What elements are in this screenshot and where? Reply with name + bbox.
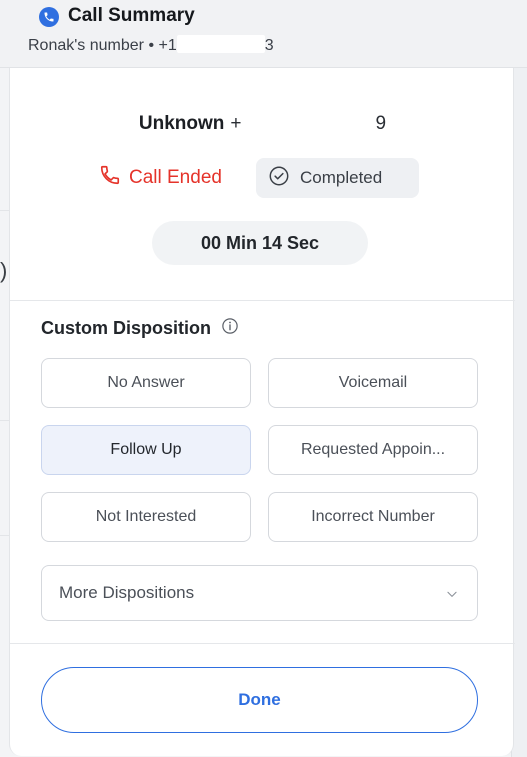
- disposition-follow-up[interactable]: Follow Up: [41, 425, 251, 475]
- disposition-not-interested[interactable]: Not Interested: [41, 492, 251, 542]
- done-button[interactable]: Done: [41, 667, 478, 733]
- disposition-requested-appointment[interactable]: Requested Appoin...: [268, 425, 478, 475]
- call-status-row: Call Ended Completed: [10, 158, 515, 198]
- call-summary-card: Unknown +9 Call Ended Completed 00 Min 14…: [9, 68, 515, 756]
- more-dispositions-label: More Dispositions: [59, 583, 195, 602]
- completed-label: Completed: [300, 168, 383, 187]
- disposition-incorrect-number[interactable]: Incorrect Number: [268, 492, 478, 542]
- line-number-suffix: 3: [264, 37, 274, 54]
- chevron-down-icon: [445, 586, 459, 606]
- phone-hangup-icon: [99, 164, 121, 192]
- caller-name: Unknown: [138, 113, 225, 134]
- section-divider: [10, 643, 515, 644]
- header-title: Call Summary: [68, 5, 195, 26]
- call-ended-label: Call Ended: [129, 167, 222, 188]
- completed-badge: Completed: [256, 158, 419, 198]
- header-subtitle: Ronak's number • +1 3: [28, 35, 274, 55]
- disposition-voicemail[interactable]: Voicemail: [268, 358, 478, 408]
- call-duration: 00 Min 14 Sec: [152, 221, 368, 265]
- call-summary-header: Call Summary Ronak's number • +1 3: [0, 0, 527, 68]
- caller-info: Unknown +9: [10, 113, 515, 135]
- more-dispositions-select[interactable]: More Dispositions: [41, 565, 478, 621]
- phone-icon: [39, 7, 59, 27]
- caller-number-prefix: +: [230, 113, 242, 134]
- check-circle-icon: [268, 165, 290, 192]
- info-icon[interactable]: [221, 317, 239, 340]
- custom-disposition-title: Custom Disposition: [41, 318, 211, 338]
- disposition-no-answer[interactable]: No Answer: [41, 358, 251, 408]
- line-owner-label: Ronak's number • +1: [28, 37, 177, 54]
- caller-number-suffix: 9: [375, 113, 387, 134]
- custom-disposition-heading: Custom Disposition: [41, 317, 239, 340]
- call-ended-status: Call Ended: [99, 158, 222, 198]
- redacted-number-mask: [176, 35, 265, 54]
- section-divider: [10, 300, 515, 301]
- redacted-number-mask: [241, 113, 376, 132]
